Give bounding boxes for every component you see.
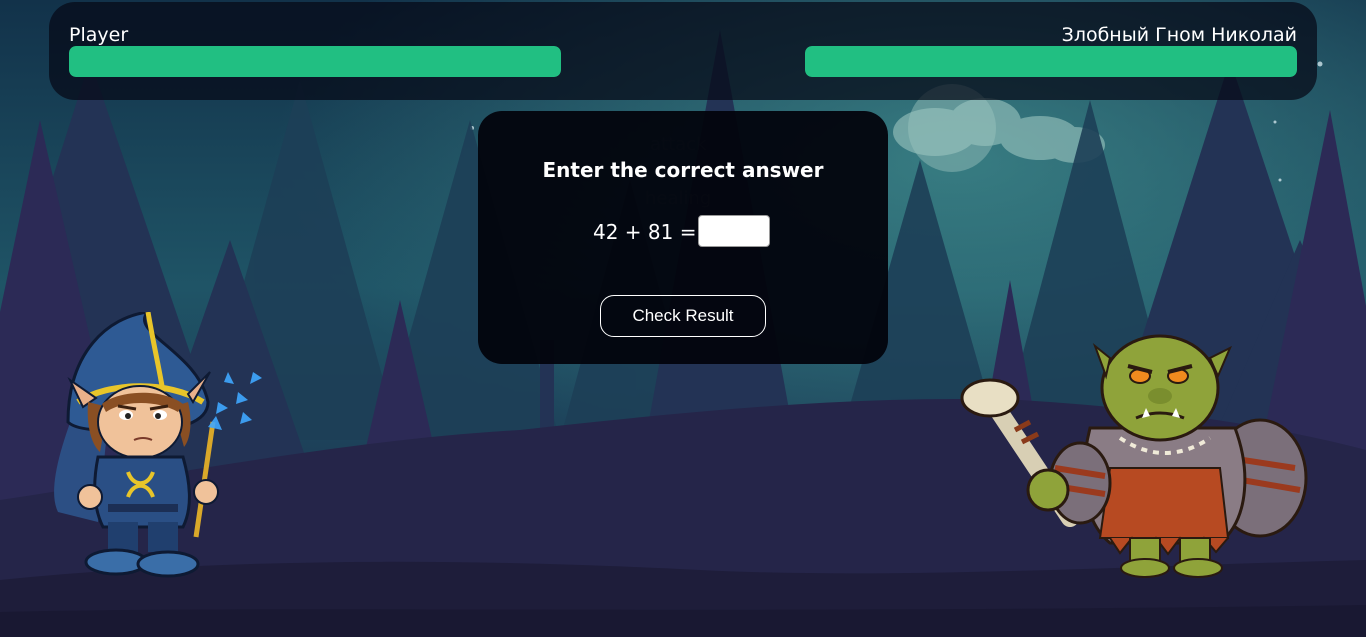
player-health-bar xyxy=(69,46,561,77)
enemy-health-bar xyxy=(805,46,1297,77)
equation-text: 42 + 81 = xyxy=(593,220,697,244)
ground xyxy=(0,605,1366,637)
ogre-character xyxy=(960,334,1308,578)
check-result-button[interactable]: Check Result xyxy=(600,295,766,337)
enemy-health-fill xyxy=(805,46,1297,77)
modal-title: Enter the correct answer xyxy=(542,158,824,182)
answer-input[interactable] xyxy=(698,215,770,247)
player-name: Player xyxy=(69,24,129,46)
hud-panel: Player Злобный Гном Николай xyxy=(49,2,1317,100)
player-health-fill xyxy=(69,46,561,77)
wizard-character xyxy=(54,312,262,578)
magic-sparkles-icon xyxy=(208,372,262,430)
enemy-name: Злобный Гном Николай xyxy=(1061,24,1297,46)
math-question-modal: Enter the correct answer 42 + 81 = Check… xyxy=(478,111,888,364)
